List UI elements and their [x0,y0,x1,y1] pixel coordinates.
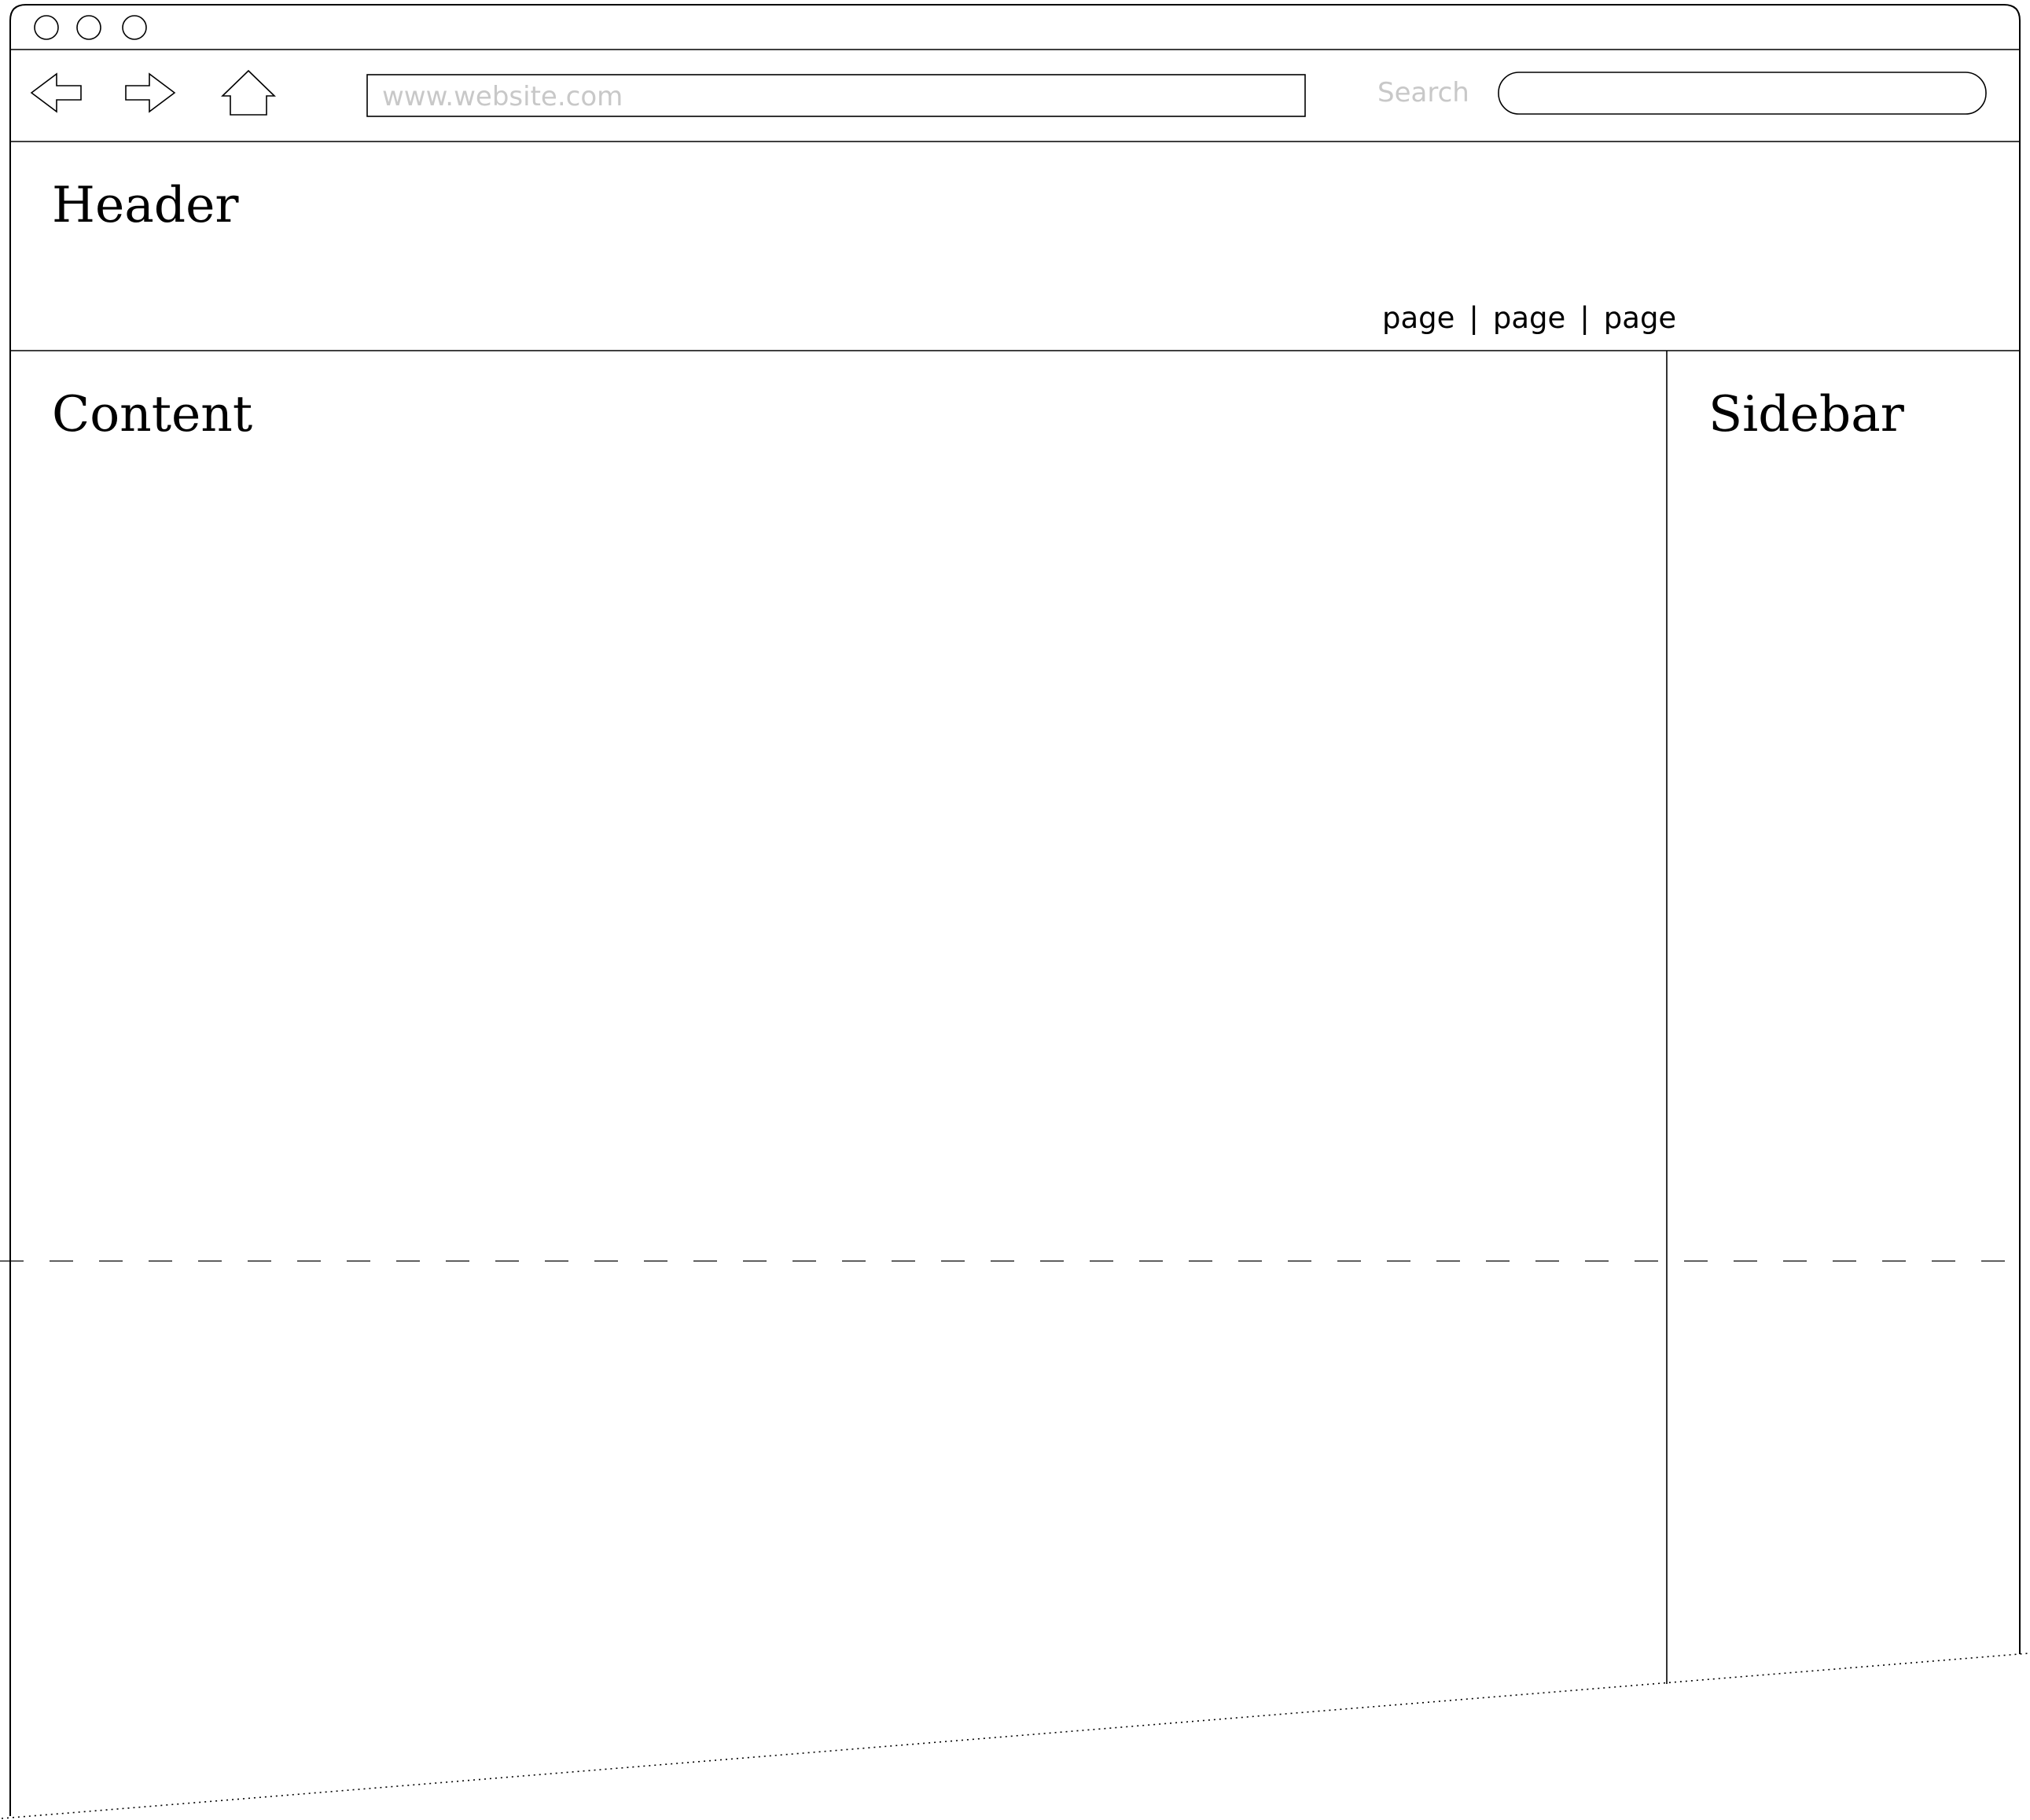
sidebar-region [1668,352,2019,1649]
window-close-button[interactable] [34,15,59,40]
header-region [10,143,2020,350]
search-label: Search [1377,77,1469,108]
arrow-right-icon[interactable] [125,72,176,113]
window-minimize-button[interactable] [76,15,101,40]
home-icon[interactable] [221,69,276,116]
search-input[interactable] [1498,72,1987,115]
window-maximize-button[interactable] [122,15,147,40]
browser-window: www.website.com Search Header page | pag… [0,0,2030,1820]
torn-edge [1,1653,2029,1819]
content-region [10,352,1666,1649]
arrow-left-icon[interactable] [30,72,82,113]
url-text: www.website.com [382,81,623,112]
